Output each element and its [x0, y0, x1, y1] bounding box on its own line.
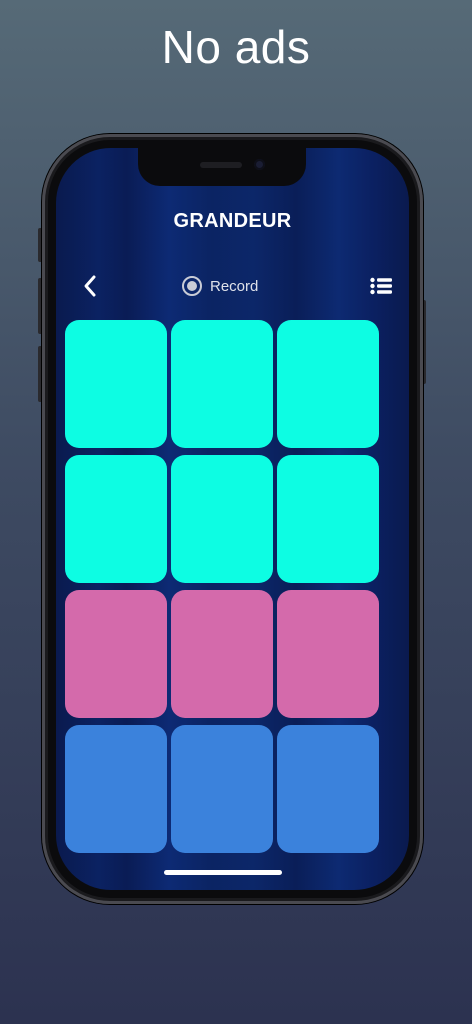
- sound-pad[interactable]: [277, 725, 379, 853]
- home-indicator[interactable]: [164, 870, 282, 875]
- sound-pad[interactable]: [171, 320, 273, 448]
- record-button[interactable]: Record: [182, 273, 258, 299]
- record-label: Record: [210, 277, 259, 295]
- chevron-left-icon: [84, 275, 96, 297]
- app-title: GRANDEUR: [173, 210, 292, 232]
- sound-pad[interactable]: [65, 455, 167, 583]
- earpiece-speaker: [200, 162, 242, 168]
- list-button[interactable]: [367, 272, 395, 300]
- sound-pad[interactable]: [171, 455, 273, 583]
- notch: [138, 148, 306, 186]
- sound-pad[interactable]: [65, 320, 167, 448]
- list-icon: [370, 277, 392, 295]
- pad-grid: [65, 320, 380, 853]
- sound-pad[interactable]: [65, 590, 167, 718]
- promo-headline: No ads: [161, 21, 311, 73]
- sound-pad[interactable]: [171, 590, 273, 718]
- record-icon: [182, 276, 202, 296]
- sound-pad[interactable]: [277, 320, 379, 448]
- sound-pad[interactable]: [171, 725, 273, 853]
- sound-pad[interactable]: [277, 590, 379, 718]
- front-camera: [254, 159, 265, 170]
- phone-frame: GRANDEUR Record: [42, 134, 423, 904]
- back-button[interactable]: [76, 272, 104, 300]
- toolbar: Record: [56, 270, 409, 302]
- sound-pad[interactable]: [65, 725, 167, 853]
- phone-screen: GRANDEUR Record: [56, 148, 409, 890]
- sound-pad[interactable]: [277, 455, 379, 583]
